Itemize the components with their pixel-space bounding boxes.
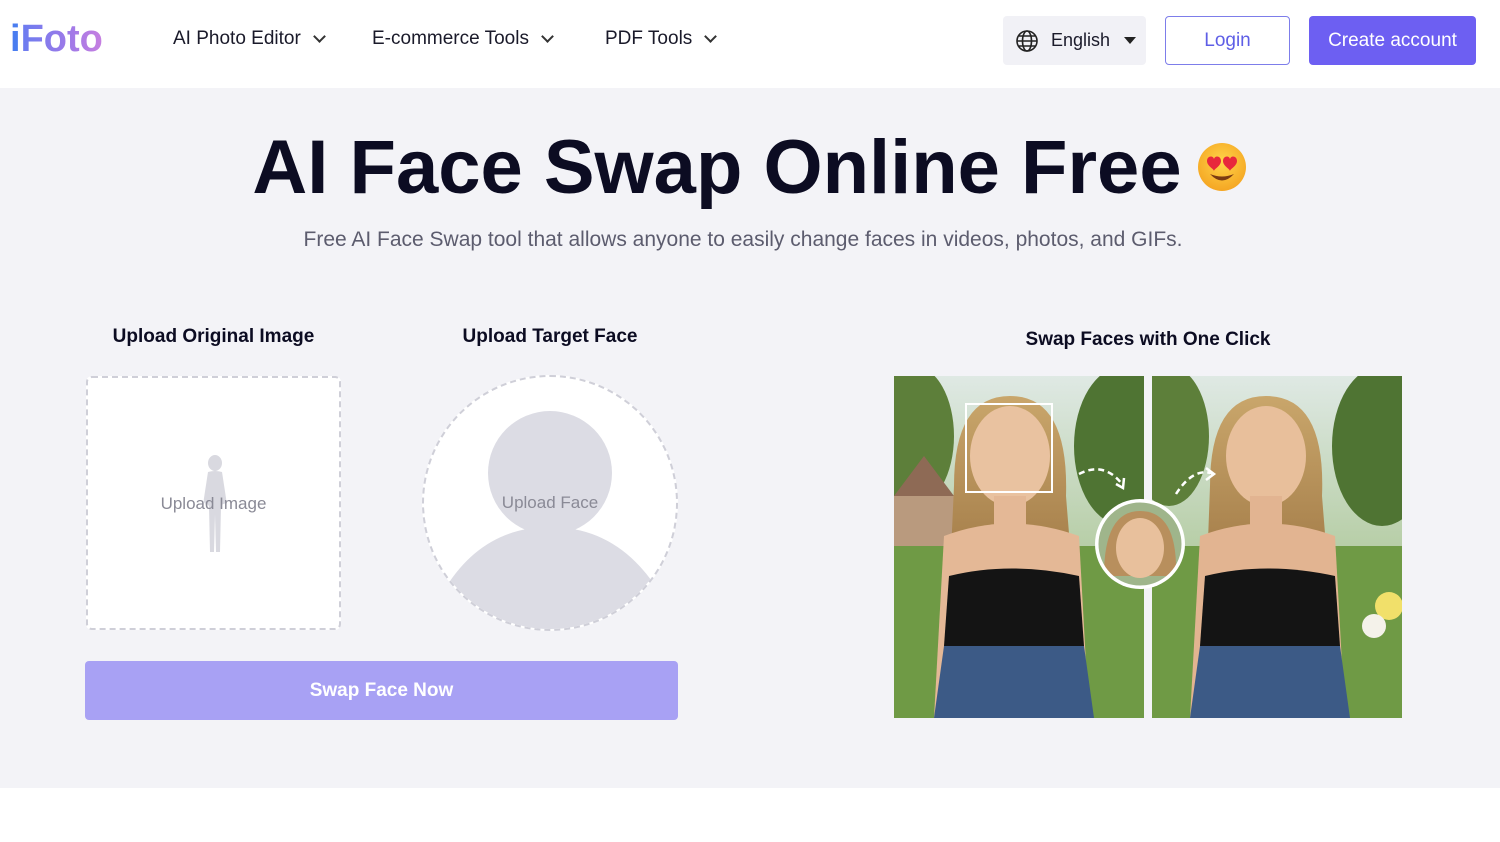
chevron-down-icon [312,30,326,43]
language-selector[interactable]: English [1003,16,1146,65]
upload-original-label: Upload Original Image [112,326,315,347]
caret-down-icon [1124,37,1137,44]
login-button[interactable]: Login [1165,16,1290,65]
face-swap-demo-image [894,376,1402,718]
top-navbar: iFoto AI Photo Editor E-commerce Tools P… [0,0,1500,88]
upload-face-text: Upload Face [501,493,599,512]
heart-eyes-emoji-icon [1196,124,1248,211]
page-title-text: AI Face Swap Online Free [252,125,1182,210]
logo-letter-i: i [10,18,21,60]
chevron-down-icon [704,30,718,43]
globe-icon [1016,29,1038,52]
main-section: AI Face Swap Online Free Free AI Face Sw… [0,88,1500,788]
logo-word: Foto [20,18,103,60]
nav-label: E-commerce Tools [372,28,529,49]
page-title: AI Face Swap Online Free [0,124,1500,211]
language-label: English [1051,30,1111,50]
ifoto-logo[interactable]: iFoto [10,18,103,61]
nav-ai-photo-editor[interactable]: AI Photo Editor [173,28,326,50]
upload-image-text: Upload Image [160,494,267,513]
demo-label: Swap Faces with One Click [1025,329,1271,350]
upload-target-dropzone[interactable]: Upload Face [422,375,678,631]
nav-label: PDF Tools [605,28,693,49]
create-account-button[interactable]: Create account [1309,16,1476,65]
upload-original-dropzone[interactable]: Upload Image [86,376,341,630]
upload-target-label: Upload Target Face [462,326,638,347]
swap-face-now-button[interactable]: Swap Face Now [85,661,678,720]
nav-pdf-tools[interactable]: PDF Tools [605,28,718,50]
page-subtitle: Free AI Face Swap tool that allows anyon… [303,228,1183,251]
nav-ecommerce-tools[interactable]: E-commerce Tools [372,28,554,50]
nav-label: AI Photo Editor [173,28,301,49]
chevron-down-icon [541,30,554,43]
